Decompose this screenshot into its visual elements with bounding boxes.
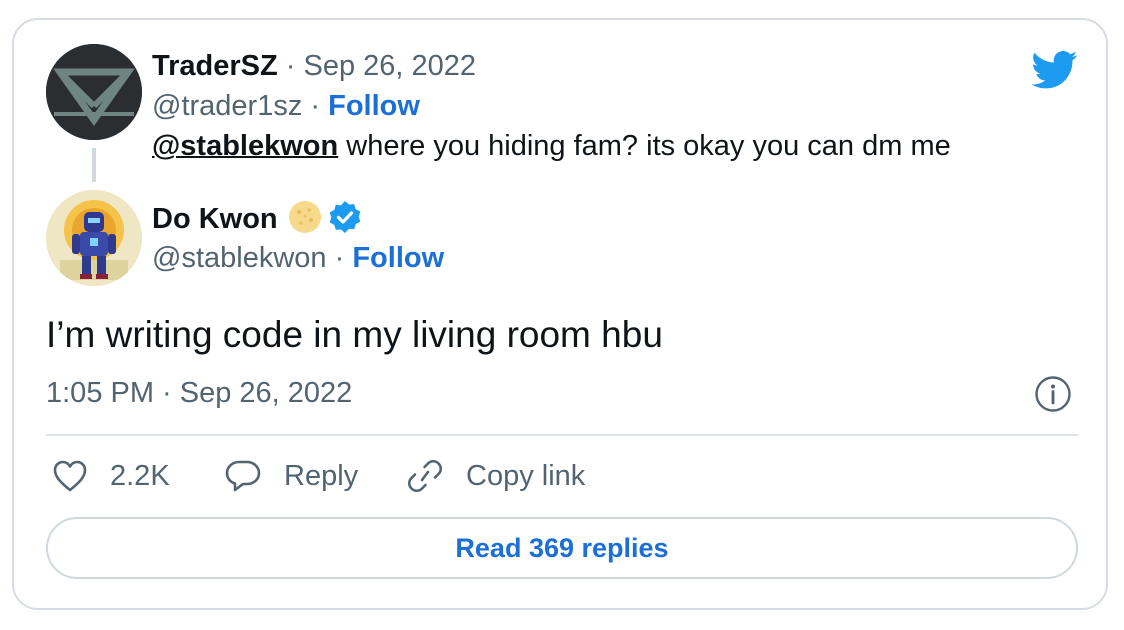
separator: · [334,242,345,274]
follow-tradersz-button[interactable]: Follow [328,90,420,122]
mention-link[interactable]: @stablekwon [152,130,338,162]
tweet-timestamp[interactable]: 1:05 PM · Sep 26, 2022 [46,375,352,411]
read-replies-button[interactable]: Read 369 replies [46,517,1078,579]
like-button[interactable]: 2.2K [52,456,170,496]
quoted-tweet-text: @stablekwon where you hiding fam? its ok… [152,128,951,164]
thread-connector [92,148,96,182]
heart-icon [53,460,87,492]
reply-button[interactable]: Reply [224,456,358,496]
tweet-embed-card: TraderSZ · Sep 26, 2022 @trader1sz · Fol… [12,18,1108,610]
reply-label: Reply [284,459,359,492]
reply-display-name[interactable]: Do Kwon [152,203,278,235]
reply-handle[interactable]: @stablekwon [152,242,327,274]
twitter-bird-icon[interactable] [1032,50,1078,90]
reply-handle-row: @stablekwon · Follow [152,240,444,276]
separator: · [285,50,296,82]
quoted-header: TraderSZ · Sep 26, 2022 [152,48,476,84]
separator: · [310,90,321,122]
avatar-tradersz[interactable] [46,44,142,140]
divider [46,434,1078,436]
quoted-text: where you hiding fam? its okay you can d… [346,130,951,162]
coin-emoji-icon [288,201,321,233]
avatar-dokwon[interactable] [46,190,142,286]
copy-link-button[interactable]: Copy link [406,456,585,496]
tradersz-logo-icon [46,44,142,140]
verified-badge-icon [329,201,360,233]
tweet-text: I’m writing code in my living room hbu [46,314,663,355]
quoted-handle[interactable]: @trader1sz [152,90,302,122]
quoted-display-name[interactable]: TraderSZ [152,50,278,82]
info-icon[interactable] [1034,375,1072,413]
quoted-handle-row: @trader1sz · Follow [152,88,420,124]
quoted-date[interactable]: Sep 26, 2022 [304,50,477,82]
copy-link-label: Copy link [466,459,586,492]
speech-bubble-icon [225,460,261,492]
link-icon [407,459,443,493]
reply-header: Do Kwon [152,200,362,237]
robot-avatar-icon [46,190,142,286]
follow-stablekwon-button[interactable]: Follow [352,242,444,274]
like-count: 2.2K [110,459,170,492]
